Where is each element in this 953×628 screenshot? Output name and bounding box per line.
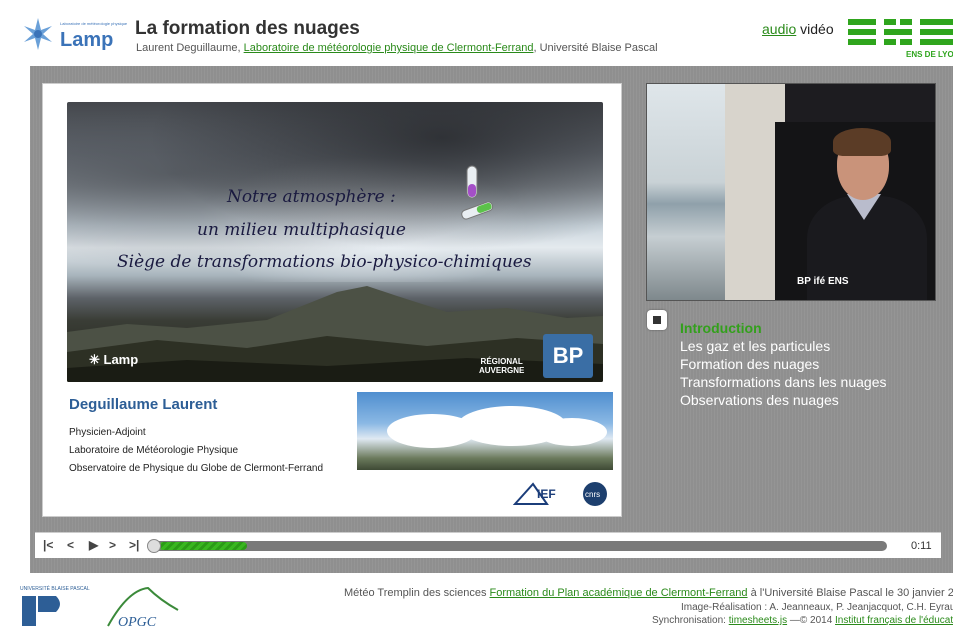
- footer-ubp-caption: UNIVERSITÉ BLAISE PASCAL: [20, 585, 90, 592]
- speaker-lab: Laboratoire de Météorologie Physique: [69, 445, 238, 456]
- ens-logo-text: ENS DE LYON: [906, 50, 953, 59]
- stop-square-icon: [653, 316, 661, 324]
- chapter-item[interactable]: Les gaz et les particules: [680, 337, 886, 355]
- footer-copyright: —© 2014: [787, 615, 836, 626]
- slide-line-3: Siège de transformations bio-physico-chi…: [117, 252, 532, 272]
- cloud-shape: [537, 418, 607, 446]
- slide-partner-logos: IEF cnrs: [512, 478, 613, 515]
- header: Laboratoire de météorologie physique Lam…: [0, 0, 953, 62]
- author-name: Laurent Deguillaume,: [136, 42, 244, 54]
- lamp-logo[interactable]: Laboratoire de météorologie physique Lam…: [20, 15, 128, 53]
- slide-regional-logo: RÉGIONAL AUVERGNE: [479, 357, 524, 375]
- regional-line-2: AUVERGNE: [479, 366, 525, 375]
- timeline-slider[interactable]: [147, 539, 887, 553]
- video-speaker-hair: [833, 128, 891, 156]
- university-name: , Université Blaise Pascal: [533, 42, 658, 54]
- last-button[interactable]: >|: [129, 538, 139, 552]
- video-player[interactable]: BP ifé ENS: [646, 83, 936, 301]
- cnrs-logo-text: cnrs: [585, 490, 600, 499]
- mode-switch: audio vidéo: [762, 21, 834, 37]
- play-button[interactable]: ▶: [89, 538, 98, 552]
- slide-line-1: Notre atmosphère :: [227, 187, 396, 207]
- player: Notre atmosphère : un milieu multiphasiq…: [30, 66, 953, 573]
- slide-line-2: un milieu multiphasique: [197, 220, 406, 240]
- timeline-progress: [159, 542, 247, 550]
- next-button[interactable]: >: [109, 538, 116, 552]
- audio-link[interactable]: audio: [762, 21, 796, 37]
- footer-formation-link[interactable]: Formation du Plan académique de Clermont…: [490, 587, 748, 599]
- footer-opgc-text: OPGC: [118, 615, 157, 628]
- page: Laboratoire de météorologie physique Lam…: [0, 0, 953, 628]
- slide-lamp-text: Lamp: [103, 352, 139, 367]
- playback-controls: |< < ▶ > >| 0:11: [35, 532, 941, 558]
- video-label: vidéo: [796, 21, 834, 37]
- footer-sync-line: Synchronisation: timesheets.js —© 2014 I…: [652, 615, 953, 626]
- chapter-item[interactable]: Observations des nuages: [680, 391, 886, 409]
- video-watermark-logos: BP ifé ENS: [797, 276, 849, 287]
- ief-cnrs-logos: IEF cnrs: [512, 482, 607, 506]
- chapter-list: Introduction Les gaz et les particules For…: [680, 319, 886, 409]
- slide-lamp-logo: ✳ Lamp: [89, 352, 139, 367]
- lamp-logo-text: Lamp: [60, 29, 113, 51]
- current-time: 0:11: [911, 540, 932, 552]
- slide-photo: Notre atmosphère : un milieu multiphasiq…: [67, 102, 603, 382]
- footer-event-line: Météo Tremplin des sciences Formation du…: [344, 587, 953, 599]
- speaker-role: Physicien-Adjoint: [69, 427, 146, 438]
- first-button[interactable]: |<: [43, 538, 53, 552]
- footer-sync-pre: Synchronisation:: [652, 615, 729, 626]
- slide[interactable]: Notre atmosphère : un milieu multiphasiq…: [42, 83, 622, 517]
- regional-line-1: RÉGIONAL: [480, 357, 523, 366]
- chapter-item[interactable]: Formation des nuages: [680, 355, 886, 373]
- speaker-details: Physicien-Adjoint Laboratoire de Météoro…: [69, 424, 323, 478]
- lab-link[interactable]: Laboratoire de météorologie physique de …: [244, 42, 534, 54]
- footer-credits: Image-Réalisation : A. Jeanneaux, P. Jea…: [681, 602, 953, 613]
- speaker-observatory: Observatoire de Physique du Globe de Cle…: [69, 463, 324, 474]
- test-tube-icon: [461, 165, 494, 220]
- timeline-knob[interactable]: [147, 539, 161, 553]
- byline: Laurent Deguillaume, Laboratoire de mété…: [136, 42, 658, 54]
- footer-event-pre: Météo Tremplin des sciences: [344, 587, 490, 599]
- previous-button[interactable]: <: [67, 538, 74, 552]
- timesheets-link[interactable]: timesheets.js: [729, 615, 787, 626]
- ief-logo-text: IEF: [537, 487, 556, 501]
- page-title: La formation des nuages: [135, 18, 360, 39]
- slide-ubp-logo: BP: [543, 334, 593, 378]
- speaker-name: Deguillaume Laurent: [69, 396, 218, 413]
- chapter-item[interactable]: Introduction: [680, 319, 886, 337]
- ife-link[interactable]: Institut français de l'éducation: [835, 615, 953, 626]
- chapter-item[interactable]: Transformations dans les nuages: [680, 373, 886, 391]
- footer-event-post: à l'Université Blaise Pascal le 30 janvi…: [747, 587, 953, 599]
- ens-logo[interactable]: ENS DE LYON: [846, 16, 953, 60]
- sky-photo: [357, 392, 613, 470]
- fullscreen-toggle-button[interactable]: [647, 310, 667, 330]
- footer-logos: UNIVERSITÉ BLAISE PASCAL OPGC: [20, 585, 179, 628]
- lamp-caption: Laboratoire de météorologie physique: [60, 21, 128, 26]
- video-projection-screen: [647, 84, 725, 300]
